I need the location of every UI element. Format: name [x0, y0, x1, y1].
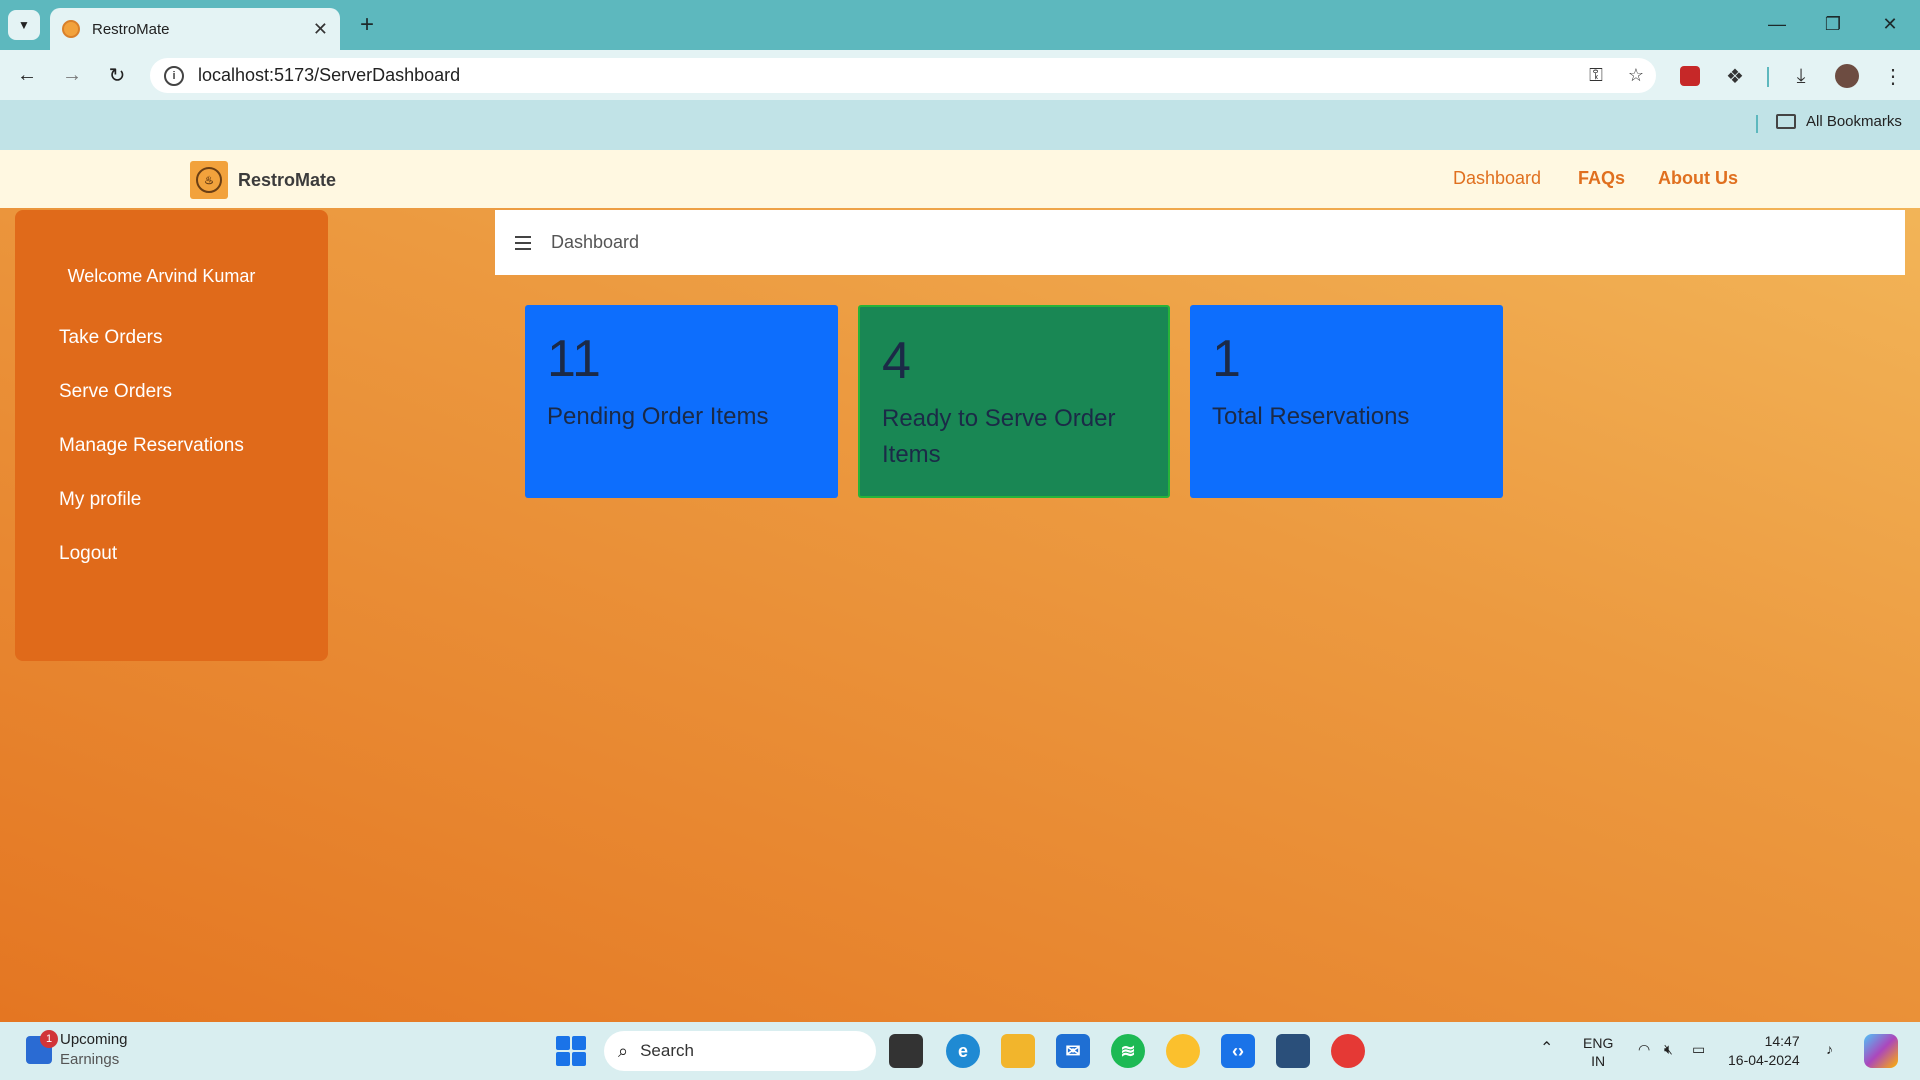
widgets-button[interactable]: 1 Upcoming Earnings [26, 1030, 128, 1070]
chrome-icon[interactable] [1166, 1034, 1200, 1068]
widget-subtitle: Earnings [60, 1051, 120, 1068]
spotify-icon[interactable]: ≋ [1111, 1034, 1145, 1068]
url-text[interactable]: localhost:5173/ServerDashboard [198, 65, 1576, 86]
menu-kebab-icon[interactable]: ⋮ [1876, 59, 1910, 93]
copilot-icon[interactable] [1864, 1034, 1898, 1068]
bookmarks-divider [1756, 115, 1758, 133]
card-label: Total Reservations [1212, 403, 1410, 430]
card-value: 1 [1212, 330, 1241, 388]
forward-button[interactable]: → [55, 58, 89, 92]
mail-icon[interactable]: ✉ [1056, 1034, 1090, 1068]
close-tab-icon[interactable]: ✕ [313, 19, 328, 40]
search-label: Search [640, 1041, 694, 1060]
widget-title: Upcoming [60, 1031, 128, 1048]
notification-bell-icon[interactable]: ♪ [1826, 1040, 1833, 1058]
chevron-up-icon[interactable]: ⌃ [1540, 1040, 1553, 1058]
clock[interactable]: 14:47 16-04-2024 [1728, 1032, 1800, 1070]
bookmarks-bar: All Bookmarks [0, 100, 1920, 150]
start-button[interactable] [556, 1036, 586, 1066]
site-info-icon[interactable]: i [164, 65, 184, 86]
all-bookmarks-button[interactable]: All Bookmarks [1776, 113, 1902, 130]
taskbar-search[interactable]: ⌕ Search [604, 1031, 876, 1071]
sidebar: Welcome Arvind Kumar Take Orders Serve O… [15, 210, 328, 661]
key-icon[interactable]: ⚿ [1576, 58, 1616, 93]
windows-taskbar: 1 Upcoming Earnings ⌕ Search e ✉ ≋ ‹› ⌃ … [0, 1022, 1920, 1080]
browser-tab[interactable]: RestroMate ✕ [50, 8, 340, 50]
welcome-message: Welcome Arvind Kumar [67, 266, 256, 286]
language-code: ENG [1583, 1035, 1614, 1051]
sidebar-item-manage-reservations[interactable]: Manage Reservations [59, 435, 244, 457]
database-app-icon[interactable] [1276, 1034, 1310, 1068]
browser-tab-bar: ▼ RestroMate ✕ + — ❐ ✕ [0, 0, 1920, 50]
edge-browser-icon[interactable]: e [946, 1034, 980, 1068]
app-page: ♨ RestroMate Dashboard FAQs About Us Wel… [0, 150, 1920, 1022]
back-button[interactable]: ← [10, 58, 44, 92]
reload-button[interactable]: ↻ [100, 58, 134, 92]
dashboard-header: Dashboard [495, 210, 1905, 275]
nav-link-about-us[interactable]: About Us [1658, 168, 1738, 189]
ready-to-serve-card[interactable]: 4 Ready to Serve Order Items [858, 305, 1170, 498]
battery-icon[interactable]: ▭ [1692, 1040, 1705, 1058]
restore-button[interactable]: ❐ [1813, 8, 1853, 40]
new-tab-button[interactable]: + [352, 10, 382, 40]
task-view-icon[interactable] [889, 1034, 923, 1068]
region-code: IN [1591, 1053, 1606, 1069]
extensions-puzzle-icon[interactable]: ❖ [1718, 59, 1752, 93]
sidebar-item-logout[interactable]: Logout [59, 543, 117, 565]
nav-link-faqs[interactable]: FAQs [1578, 168, 1625, 189]
vscode-icon[interactable]: ‹› [1221, 1034, 1255, 1068]
search-icon: ⌕ [618, 1040, 629, 1061]
sidebar-item-take-orders[interactable]: Take Orders [59, 327, 162, 349]
tab-search-button[interactable]: ▼ [8, 10, 40, 40]
stocks-icon: 1 [26, 1030, 58, 1064]
hamburger-menu-icon[interactable] [515, 235, 531, 250]
sidebar-item-my-profile[interactable]: My profile [59, 489, 141, 511]
card-value: 11 [547, 330, 601, 388]
date-display: 16-04-2024 [1728, 1052, 1800, 1068]
folder-icon [1776, 114, 1796, 129]
address-bar[interactable]: i localhost:5173/ServerDashboard ⚿ ☆ [150, 58, 1656, 93]
tab-title: RestroMate [92, 20, 170, 38]
close-window-button[interactable]: ✕ [1870, 8, 1910, 40]
restaurant-logo-icon: ♨ [190, 161, 228, 199]
toolbar-divider [1767, 67, 1769, 87]
favicon-icon [62, 20, 80, 38]
card-value: 4 [882, 332, 911, 390]
profile-avatar-icon[interactable] [1830, 59, 1864, 93]
bookmark-star-icon[interactable]: ☆ [1616, 58, 1656, 93]
minimize-button[interactable]: — [1757, 8, 1797, 40]
nav-link-dashboard[interactable]: Dashboard [1453, 168, 1541, 189]
chrome-profile-icon[interactable] [1331, 1034, 1365, 1068]
file-explorer-icon[interactable] [1001, 1034, 1035, 1068]
extension-app-icon[interactable] [1673, 59, 1707, 93]
pending-orders-card[interactable]: 11 Pending Order Items [525, 305, 838, 498]
download-icon[interactable]: ⤓ [1784, 59, 1818, 93]
card-label: Ready to Serve Order Items [882, 405, 1116, 468]
card-label: Pending Order Items [547, 403, 769, 430]
total-reservations-card[interactable]: 1 Total Reservations [1190, 305, 1503, 498]
browser-toolbar: ← → ↻ i localhost:5173/ServerDashboard ⚿… [0, 50, 1920, 100]
notification-badge: 1 [40, 1030, 58, 1048]
top-navbar: ♨ RestroMate Dashboard FAQs About Us [0, 150, 1920, 208]
all-bookmarks-label: All Bookmarks [1806, 113, 1902, 130]
page-title: Dashboard [551, 232, 640, 252]
wifi-icon[interactable]: ◠ [1638, 1040, 1650, 1058]
brand-name: RestroMate [238, 169, 337, 190]
language-indicator[interactable]: ENG IN [1583, 1034, 1613, 1070]
sidebar-item-serve-orders[interactable]: Serve Orders [59, 381, 172, 403]
chevron-down-icon: ▼ [18, 18, 30, 32]
time-display: 14:47 [1764, 1033, 1800, 1049]
brand[interactable]: ♨ RestroMate [190, 161, 336, 199]
volume-muted-icon[interactable]: 🔇︎ [1664, 1040, 1673, 1058]
